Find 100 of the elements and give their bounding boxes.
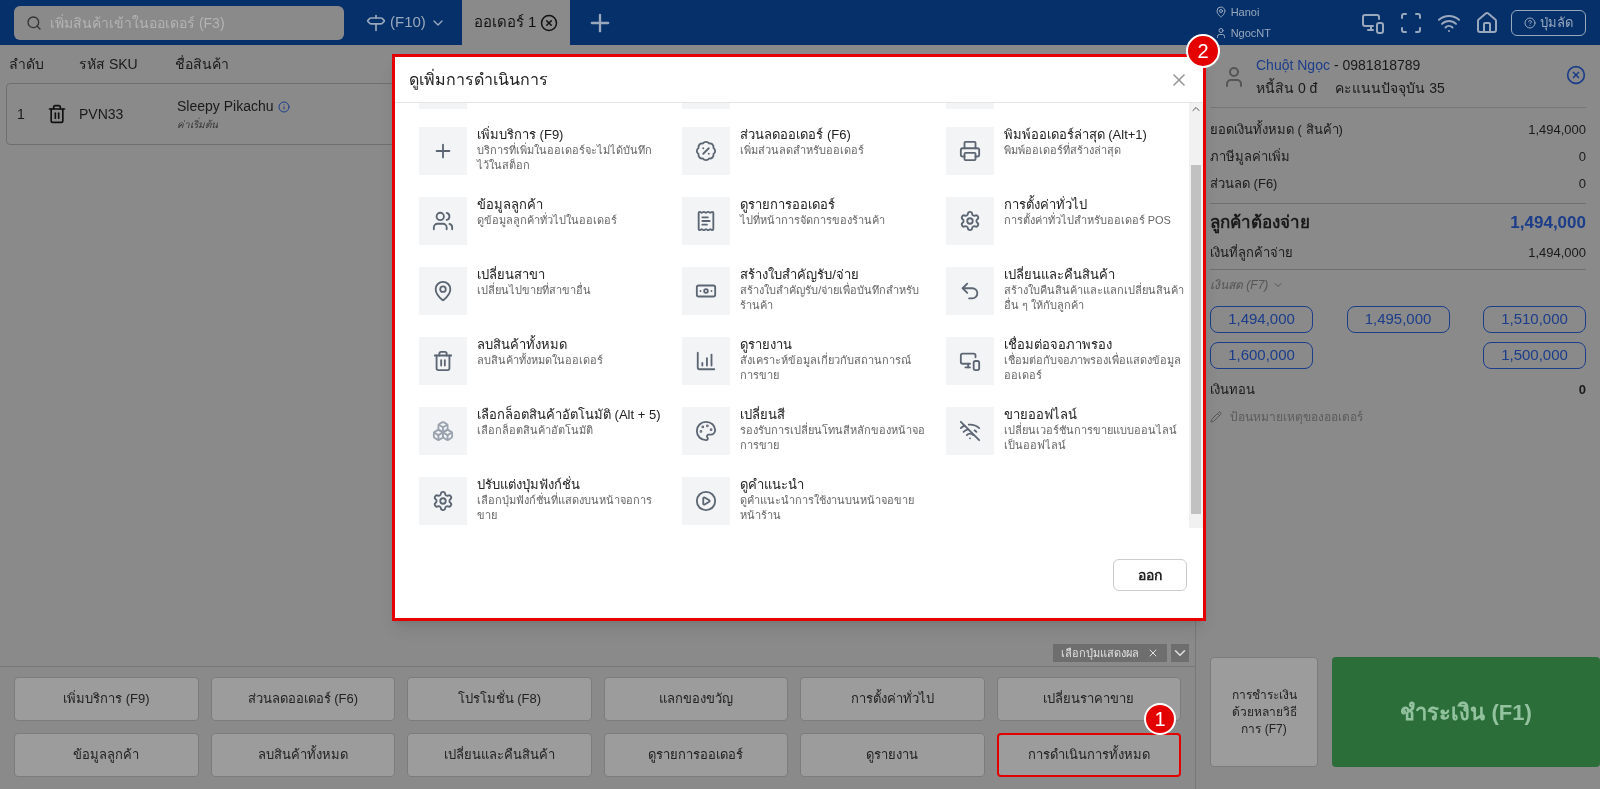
action-title: ข้อมูลลูกค้า — [477, 197, 543, 213]
function-button[interactable]: โปรโมชั่น (F8) — [407, 677, 592, 721]
points-label: คะแนนปัจจุบัน 35 — [1335, 79, 1445, 99]
action-title: พิมพ์ออเดอร์ล่าสุด (Alt+1) — [1003, 127, 1147, 143]
price-list-button[interactable]: (F10) — [366, 11, 446, 34]
trash-icon[interactable] — [47, 104, 67, 124]
scrollbar-thumb[interactable] — [1191, 165, 1201, 514]
action-title: เปลี่ยนและคืนสินค้า — [1003, 267, 1116, 282]
wifi-off-icon — [958, 420, 981, 442]
action-description: ลบสินค้าทั้งหมดในออเดอร์ — [477, 353, 603, 368]
function-button[interactable]: ลบสินค้าทั้งหมด — [210, 733, 395, 777]
action-item[interactable]: เปลี่ยนสี รองรับการเปลี่ยนโทนสีหลักของหน้าจอการขาย — [682, 407, 926, 455]
action-item[interactable]: พิมพ์ออเดอร์ล่าสุด (Alt+1) พิมพ์ออเดอร์ที่สร้างล่าสุด — [945, 127, 1189, 175]
exit-button[interactable]: ออก — [1113, 559, 1187, 591]
debt-label: หนี้สิน 0 đ — [1256, 78, 1318, 98]
close-icon[interactable] — [540, 13, 559, 32]
action-item[interactable]: สร้างใบสำคัญรับ/จ่าย สร้างใบสำคัญรับ/จ่ายเพื่อบันทึกสำหรับร้านค้า — [682, 267, 926, 315]
close-icon[interactable] — [1566, 65, 1586, 85]
action-description: เปลี่ยนไปขายที่สาขาอื่น — [477, 283, 591, 298]
action-title: เปลี่ยนสี — [740, 407, 787, 422]
trash-icon — [432, 350, 454, 372]
action-title: ดูรายการออเดอร์ — [740, 197, 836, 213]
icon-tile — [419, 103, 467, 109]
action-item[interactable]: เชื่อมต่อจอภาพรอง เชื่อมต่อกับจอภาพรองเพื่อแสดงข้อมูลออเดอร์ — [945, 337, 1189, 385]
action-title: สร้างใบสำคัญรับ/จ่าย — [740, 267, 859, 283]
multi-payment-button[interactable]: การชำระเงินด้วยหลายวิธีการ (F7) — [1210, 657, 1318, 767]
function-button[interactable]: แลกของขวัญ — [603, 677, 788, 721]
action-title: เพิ่มบริการ (F9) — [477, 127, 564, 142]
summary-value: 1,494,000 — [1528, 120, 1586, 139]
column-header: รหัส SKU — [79, 54, 139, 74]
action-description: สร้างใบคืนสินค้าและแลกเปลี่ยนสินค้าอื่น ๆ ให้กับลูกค้า — [1003, 283, 1185, 313]
action-item[interactable]: ข้อมูลลูกค้า ดูข้อมูลลูกค้าทั่วไปในออเดอร์ — [419, 197, 663, 245]
function-button[interactable]: การดำเนินการทั้งหมด — [996, 733, 1181, 777]
action-title: ดูคำแนะนำ — [740, 477, 806, 493]
action-item[interactable]: เปลี่ยนและคืนสินค้า สร้างใบคืนสินค้าและแลกเปลี่ยนสินค้าอื่น ๆ ให้กับลูกค้า — [945, 267, 1189, 315]
action-item[interactable]: ขายออฟไลน์ เปลี่ยนเวอร์ชันการขายแบบออนไลน์เป็นออฟไลน์ — [945, 407, 1189, 455]
action-item[interactable]: ดูคำแนะนำ ดูคำแนะนำการใช้งานบนหน้าจอขายหน้าร้าน — [682, 477, 926, 525]
pay-button[interactable]: ชำระเงิน (F1) — [1332, 657, 1600, 767]
chart-icon — [695, 350, 718, 372]
user-label: NgocNT — [1230, 25, 1271, 41]
function-button[interactable]: เพิ่มบริการ (F9) — [14, 677, 199, 721]
info-icon[interactable] — [277, 100, 290, 113]
order-tab[interactable]: ออเดอร์ 1 — [461, 0, 571, 45]
user-icon — [1214, 26, 1227, 39]
action-item[interactable]: ดูรายงาน สังเคราะห์ข้อมูลเกี่ยวกับสถานการณ์การขาย — [682, 337, 926, 385]
action-description: เลือกล็อตสินค้าอัตโนมัติ — [477, 423, 594, 438]
action-item[interactable]: ดูรายการออเดอร์ ไปที่หน้าการจัดการของร้านค้า — [682, 197, 926, 245]
action-item[interactable]: การตั้งค่าทั่วไป การตั้งค่าทั่วไปสำหรับออเดอร์ POS — [945, 197, 1189, 245]
change-value: 0 — [1578, 380, 1586, 399]
summary-label: ยอดเงินทั้งหมด ( สินค้า) — [1210, 119, 1343, 139]
action-title: ลบสินค้าทั้งหมด — [477, 337, 568, 353]
action-description: ดูข้อมูลลูกค้าทั่วไปในออเดอร์ — [477, 213, 617, 228]
action-item[interactable]: ปรับแต่งปุ่มฟังก์ชั่น เลือกปุ่มฟังก์ชั่นที่แสดงบนหน้าจอการขาย — [419, 477, 663, 525]
close-icon[interactable] — [1147, 647, 1159, 659]
scrollbar[interactable] — [1189, 103, 1203, 528]
shortcut-button[interactable]: ปุ่มลัด — [1511, 9, 1586, 36]
action-description: ดูคำแนะนำการใช้งานบนหน้าจอขายหน้าร้าน — [740, 493, 916, 523]
tag-icon — [695, 140, 718, 162]
pin-icon — [432, 280, 454, 302]
action-description: พิมพ์ออเดอร์ที่สร้างล่าสุด — [1003, 143, 1122, 158]
action-item[interactable]: เปลี่ยนสาขา เปลี่ยนไปขายที่สาขาอื่น — [419, 267, 663, 315]
fullscreen-icon[interactable] — [1399, 10, 1423, 35]
product-name: Sleepy Pikachu — [177, 97, 274, 116]
summary-label: เงินที่ลูกค้าจ่าย — [1210, 243, 1293, 263]
action-item[interactable]: ลบสินค้าทั้งหมด ลบสินค้าทั้งหมดในออเดอร์ — [419, 337, 663, 385]
function-button[interactable]: ดูรายงาน — [800, 733, 985, 777]
action-item[interactable]: เพิ่มบริการ (F9) บริการที่เพิ่มในออเดอร์จะไม่ได้บันทึกไว้ในสต็อก — [419, 127, 663, 175]
location-label: Hanoi — [1230, 5, 1260, 20]
function-button[interactable]: ข้อมูลลูกค้า — [14, 733, 199, 777]
row-index: 1 — [17, 104, 26, 124]
pencil-icon — [1210, 410, 1222, 423]
change-label: เงินทอน — [1210, 380, 1255, 399]
function-button[interactable]: การตั้งค่าทั่วไป — [800, 677, 985, 721]
boxes-icon — [432, 420, 454, 442]
chevron-icon[interactable] — [1171, 644, 1189, 662]
summary-label: ภาษีมูลค่าเพิ่ม — [1210, 147, 1290, 167]
action-description: เปลี่ยนเวอร์ชันการขายแบบออนไลน์เป็นออฟไลน์ — [1003, 423, 1178, 453]
home-icon[interactable] — [1475, 10, 1499, 35]
action-description: บริการที่เพิ่มในออเดอร์จะไม่ได้บันทึกไว้ในสต็อก — [477, 143, 663, 173]
action-title: เลือกล็อตสินค้าอัตโนมัติ (Alt + 5) — [477, 407, 661, 423]
function-button[interactable]: เปลี่ยนและคืนสินค้า — [407, 733, 592, 777]
palette-icon — [695, 420, 718, 442]
action-item[interactable]: ส่วนลดออเดอร์ (F6) เพิ่มส่วนลดสำหรับออเดอร์ — [682, 127, 926, 175]
summary-value: 1,494,000 — [1528, 244, 1586, 263]
function-button[interactable]: ส่วนลดออเดอร์ (F6) — [210, 677, 395, 721]
column-header: ลำดับ — [9, 54, 45, 74]
action-item[interactable]: เลือกล็อตสินค้าอัตโนมัติ (Alt + 5) เลือกล็อตสินค้าอัตโนมัติ — [419, 407, 663, 455]
function-button[interactable]: ดูรายการออเดอร์ — [603, 733, 788, 777]
action-title: ปรับแต่งปุ่มฟังก์ชั่น — [477, 477, 580, 493]
dialog-title: ดูเพิ่มการดำเนินการ — [409, 68, 548, 92]
play-icon — [695, 490, 718, 512]
action-title: เชื่อมต่อจอภาพรอง — [1003, 337, 1113, 352]
summary-value: 0 — [1578, 174, 1586, 193]
summary-value: 0 — [1578, 147, 1586, 166]
variant-label: ค่าเริ่มต้น — [177, 117, 219, 132]
action-description: การตั้งค่าทั่วไปสำหรับออเดอร์ POS — [1003, 213, 1171, 228]
action-description: ไปที่หน้าการจัดการของร้านค้า — [740, 213, 886, 228]
users-icon — [432, 210, 454, 232]
action-title: เปลี่ยนสาขา — [477, 267, 546, 282]
printer-icon — [958, 140, 981, 162]
